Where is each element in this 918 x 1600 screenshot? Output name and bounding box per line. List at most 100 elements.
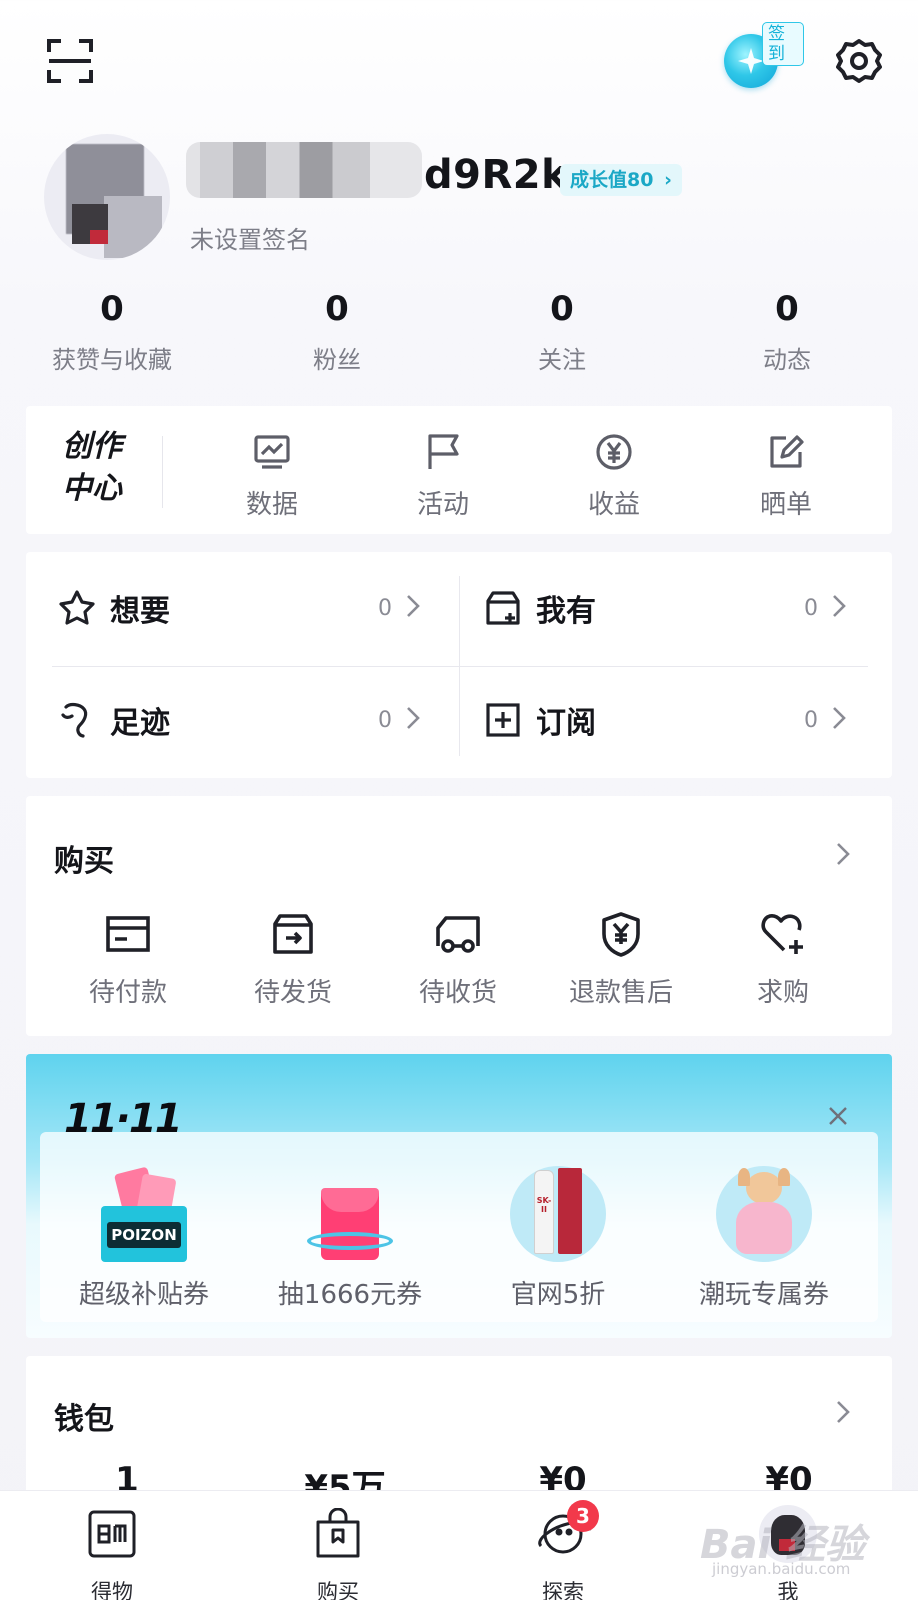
chart-icon [254,435,290,469]
collection-label: 我有 [536,594,596,629]
checkin-label: 签到 [762,22,804,66]
footprint-icon [61,702,88,738]
collection-history[interactable]: 足迹 0 [26,664,456,776]
collection-label: 订阅 [536,706,596,741]
settings-button[interactable] [836,38,882,84]
dewu-logo-icon [88,1510,136,1558]
scan-icon [47,39,93,83]
promo-item-official-discount[interactable]: SK-II 官网5折 [458,1160,658,1311]
stat-following[interactable]: 0 关注 [462,288,662,375]
promo-item-subsidy[interactable]: POIZON 超级补贴券 [44,1160,244,1311]
stat-posts[interactable]: 0 动态 [687,288,887,375]
promo-logo: 11·11 [64,1096,183,1142]
stat-value: 0 [325,289,349,329]
tab-label: 我 [777,1580,799,1600]
collection-owned[interactable]: 我有 0 [452,552,882,664]
yen-coin-icon [596,434,632,470]
chevron-right-icon [407,707,420,729]
creator-tool-label: 活动 [416,490,469,520]
order-pending-payment[interactable]: 待付款 [63,910,193,1009]
tab-label: 购买 [317,1580,359,1600]
wallet-title[interactable]: 钱包 [54,1394,114,1438]
chevron-right-icon[interactable] [836,1400,850,1424]
stat-label: 获赞与收藏 [52,346,172,374]
username-blurred [186,142,422,198]
chevron-right-icon [833,595,846,617]
stat-likes[interactable]: 0 获赞与收藏 [12,288,212,375]
shopping-bag-icon [316,1508,360,1558]
poizon-label: POIZON [107,1222,181,1248]
growth-value-label: 成长值80 [570,169,654,191]
tab-label: 得物 [91,1580,133,1600]
card-icon [106,916,150,952]
divider [52,666,868,667]
tab-buy[interactable]: 购买 [278,1504,398,1600]
tab-dewu[interactable]: 得物 [52,1504,172,1600]
edit-note-icon [770,435,804,468]
promo-item-lottery[interactable]: 抽1666元券 [250,1160,450,1311]
creator-tool-activity[interactable]: 活动 [383,430,503,521]
buy-title[interactable]: 购买 [54,836,114,880]
collection-count: 0 [378,595,392,621]
star-icon [59,590,95,625]
coupon-box-image: POIZON [44,1160,244,1262]
promo-item-label: 官网5折 [510,1280,606,1310]
order-label: 求购 [756,978,809,1008]
plush-toy-image [664,1160,864,1262]
collection-want[interactable]: 想要 0 [26,552,456,664]
creator-title-line1: 创作 [62,429,122,464]
creator-title-line2: 中心 [62,471,122,506]
skii-label: SK-II [536,1196,552,1214]
creator-tool-label: 收益 [587,490,640,520]
close-button[interactable] [828,1106,848,1130]
collection-subscribe[interactable]: 订阅 0 [452,664,882,776]
shield-yen-icon [602,912,640,957]
tab-explore[interactable]: 3 探索 [503,1500,623,1600]
stat-fans[interactable]: 0 粉丝 [237,288,437,375]
creator-tool-data[interactable]: 数据 [212,430,332,521]
plus-square-icon [486,703,520,737]
flag-icon [428,434,459,469]
collection-label: 想要 [110,594,170,629]
profile-avatar[interactable] [44,134,170,260]
collection-count: 0 [804,707,818,733]
order-to-ship[interactable]: 待发货 [228,910,358,1009]
heart-plus-icon [761,914,803,954]
order-want-to-buy[interactable]: 求购 [718,910,848,1009]
order-label: 待付款 [88,978,167,1008]
tab-label: 探索 [542,1580,584,1600]
scan-button[interactable] [46,38,94,84]
promo-item-toy-coupon[interactable]: 潮玩专属券 [664,1160,864,1311]
chevron-right-icon [833,707,846,729]
growth-value-badge[interactable]: 成长值80 › [560,164,682,196]
creator-center-title[interactable]: 创作 中心 [62,426,122,510]
close-icon [829,1107,847,1125]
creator-tool-showcase[interactable]: 晒单 [726,430,846,521]
chevron-right-icon[interactable] [836,842,850,866]
notification-badge: 3 [567,1500,599,1532]
order-to-receive[interactable]: 待收货 [393,910,523,1009]
chevron-right-icon: › [664,169,672,191]
creator-tool-label: 晒单 [759,490,812,520]
stat-value: 0 [550,289,574,329]
watermark-url: jingyan.baidu.com [712,1560,851,1578]
order-label: 待收货 [418,978,497,1008]
signature[interactable]: 未设置签名 [190,220,310,255]
creator-tool-label: 数据 [245,490,298,520]
promo-item-label: 潮玩专属券 [698,1280,829,1310]
stat-label: 粉丝 [313,346,361,374]
creator-tool-earnings[interactable]: 收益 [554,430,674,521]
checkin-button[interactable]: 签到 [722,20,804,96]
stat-value: 0 [100,289,124,329]
red-envelope-image [250,1160,450,1262]
package-out-icon [273,914,313,954]
collection-count: 0 [804,595,818,621]
box-add-icon [486,591,520,625]
collection-label: 足迹 [110,706,170,741]
order-refund-aftersales[interactable]: 退款售后 [556,910,686,1009]
promo-item-label: 抽1666元券 [277,1280,423,1310]
order-label: 待发货 [253,978,332,1008]
gear-icon [836,39,882,83]
collection-count: 0 [378,707,392,733]
chevron-right-icon [407,595,420,617]
